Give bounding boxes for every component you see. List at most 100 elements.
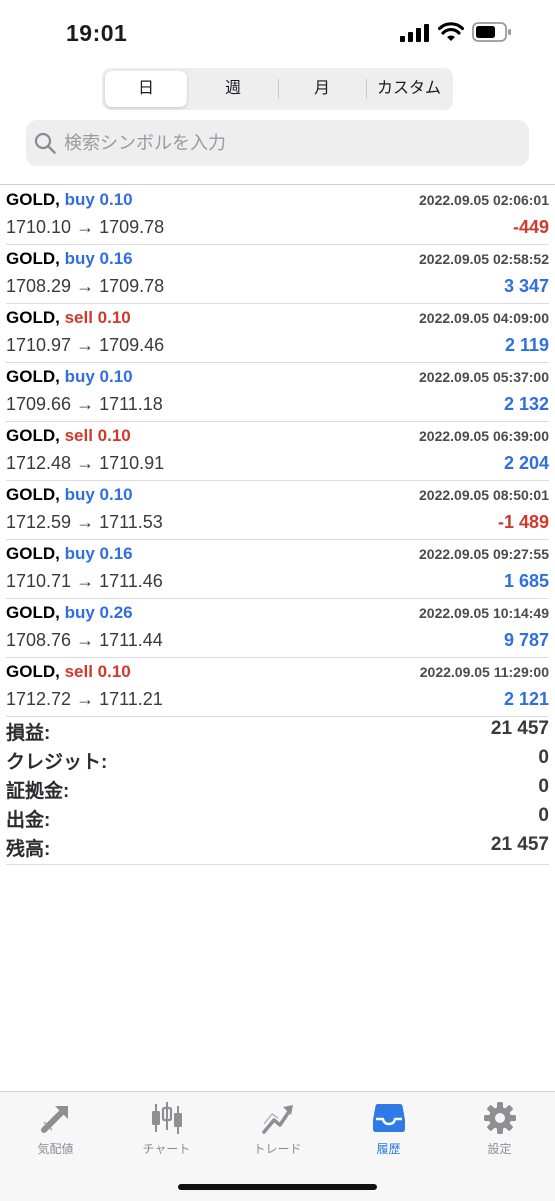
deal-row[interactable]: GOLD, sell 0.10 2022.09.05 04:09:00 1710.9… — [6, 304, 549, 363]
summary-value: 0 — [538, 805, 549, 826]
quotes-arrow-icon — [40, 1106, 68, 1133]
deal-symbol: GOLD, — [6, 367, 60, 386]
deal-row[interactable]: GOLD, buy 0.10 2022.09.05 02:06:01 1710.10… — [6, 186, 549, 245]
home-indicator — [178, 1184, 377, 1190]
deal-title: GOLD, buy 0.10 — [6, 485, 133, 505]
deal-side: buy — [64, 367, 95, 386]
deal-row[interactable]: GOLD, sell 0.10 2022.09.05 11:29:00 1712.7… — [6, 658, 549, 717]
deal-title: GOLD, sell 0.10 — [6, 426, 131, 446]
gear-icon — [483, 1102, 516, 1134]
deal-title: GOLD, buy 0.16 — [6, 544, 133, 564]
summary-label: 残高: — [6, 839, 51, 860]
cellular-signal-icon — [400, 24, 429, 42]
deal-prices: 1712.59 → 1711.53 — [6, 512, 163, 532]
deal-profit: -1 489 — [497, 512, 549, 532]
search-input[interactable] — [64, 120, 514, 166]
deal-volume: 0.10 — [99, 485, 133, 504]
deal-side: buy — [64, 190, 95, 209]
tab-quotes[interactable]: 気配値 — [0, 1100, 111, 1160]
summary-section: 損益: 21 457 クレジット: 0 証拠金: 0 出金: 0 残高: 21 457 — [6, 716, 549, 861]
deal-volume: 0.16 — [99, 544, 133, 563]
summary-value: 0 — [538, 776, 549, 797]
deal-symbol: GOLD, — [6, 308, 60, 327]
deal-row[interactable]: GOLD, buy 0.26 2022.09.05 10:14:49 1708.76… — [6, 599, 549, 658]
deal-prices: 1710.10 → 1709.78 — [6, 217, 165, 237]
deal-profit: 9 787 — [503, 630, 549, 650]
deal-symbol: GOLD, — [6, 426, 60, 445]
deal-row[interactable]: GOLD, sell 0.10 2022.09.05 06:39:00 1712.4… — [6, 422, 549, 481]
deals-list: GOLD, buy 0.10 2022.09.05 02:06:01 1710.10… — [0, 186, 555, 717]
status-time: 19:01 — [66, 20, 128, 46]
tab-settings[interactable]: 設定 — [444, 1100, 555, 1160]
tab-chart-label: チャート — [142, 1142, 191, 1156]
wifi-icon — [438, 22, 464, 41]
history-tray-icon — [372, 1104, 405, 1132]
deal-prices: 1710.97 → 1709.46 — [6, 335, 165, 355]
trade-trend-icon — [261, 1105, 293, 1134]
deal-time: 2022.09.05 10:14:49 — [419, 605, 549, 621]
deal-time: 2022.09.05 04:09:00 — [419, 310, 549, 326]
deal-title: GOLD, buy 0.16 — [6, 249, 133, 269]
deal-time: 2022.09.05 08:50:01 — [419, 487, 549, 503]
tab-custom[interactable]: カスタム — [367, 71, 451, 107]
status-bar: 19:01 — [0, 0, 555, 66]
tab-quotes-label: 気配値 — [37, 1142, 74, 1156]
deal-prices: 1708.76 → 1711.44 — [6, 630, 163, 650]
deal-side: buy — [64, 249, 95, 268]
deal-profit: 1 685 — [503, 571, 549, 591]
tab-month[interactable]: 月 — [279, 71, 365, 107]
deal-symbol: GOLD, — [6, 544, 60, 563]
deal-symbol: GOLD, — [6, 190, 60, 209]
deal-row[interactable]: GOLD, buy 0.16 2022.09.05 02:58:52 1708.29… — [6, 245, 549, 304]
deal-volume: 0.10 — [97, 308, 131, 327]
deal-volume: 0.10 — [99, 190, 133, 209]
deal-volume: 0.10 — [99, 367, 133, 386]
deal-prices: 1709.66 → 1711.18 — [6, 394, 163, 414]
summary-divider — [6, 864, 549, 865]
search-icon — [34, 132, 56, 154]
battery-icon — [472, 22, 511, 42]
summary-row: 出金: 0 — [6, 803, 549, 832]
deal-row[interactable]: GOLD, buy 0.16 2022.09.05 09:27:55 1710.71… — [6, 540, 549, 599]
deal-volume: 0.10 — [97, 426, 131, 445]
deal-symbol: GOLD, — [6, 485, 60, 504]
deal-row[interactable]: GOLD, buy 0.10 2022.09.05 05:37:00 1709.66… — [6, 363, 549, 422]
tab-settings-label: 設定 — [487, 1142, 512, 1156]
deal-profit: 3 347 — [503, 276, 549, 296]
deal-side: buy — [64, 603, 95, 622]
deal-side: sell — [64, 308, 93, 327]
summary-value: 21 457 — [490, 718, 549, 739]
deal-profit: 2 204 — [503, 453, 549, 473]
summary-label: 損益: — [6, 723, 51, 744]
tab-history[interactable]: 履歴 — [333, 1100, 444, 1160]
search-bar — [26, 120, 529, 166]
summary-value: 0 — [538, 747, 549, 768]
deal-title: GOLD, buy 0.26 — [6, 603, 133, 623]
deal-symbol: GOLD, — [6, 603, 60, 622]
deal-side: buy — [64, 544, 95, 563]
tab-week[interactable]: 週 — [190, 71, 276, 107]
tab-day[interactable]: 日 — [105, 71, 187, 107]
tab-trade-label: トレード — [253, 1142, 302, 1156]
deal-profit: 2 132 — [503, 394, 549, 414]
deal-time: 2022.09.05 06:39:00 — [419, 428, 549, 444]
summary-row: 証拠金: 0 — [6, 774, 549, 803]
period-segmented-control: 日 週 月 カスタム — [102, 68, 453, 110]
deal-prices: 1712.72 → 1711.21 — [6, 689, 163, 709]
summary-label: クレジット: — [6, 752, 108, 773]
summary-row: 損益: 21 457 — [6, 716, 549, 745]
tab-history-label: 履歴 — [376, 1142, 401, 1156]
summary-label: 出金: — [6, 810, 51, 831]
deal-side: buy — [64, 485, 95, 504]
deal-side: sell — [64, 426, 93, 445]
deal-row[interactable]: GOLD, buy 0.10 2022.09.05 08:50:01 1712.59… — [6, 481, 549, 540]
tab-chart[interactable]: チャート — [111, 1100, 222, 1160]
deal-profit: 2 119 — [504, 335, 549, 355]
deal-title: GOLD, buy 0.10 — [6, 367, 133, 387]
deal-volume: 0.26 — [99, 603, 133, 622]
deal-title: GOLD, buy 0.10 — [6, 190, 133, 210]
deal-symbol: GOLD, — [6, 249, 60, 268]
deal-time: 2022.09.05 05:37:00 — [419, 369, 549, 385]
tab-trade[interactable]: トレード — [222, 1100, 333, 1160]
deal-time: 2022.09.05 02:58:52 — [419, 251, 549, 267]
